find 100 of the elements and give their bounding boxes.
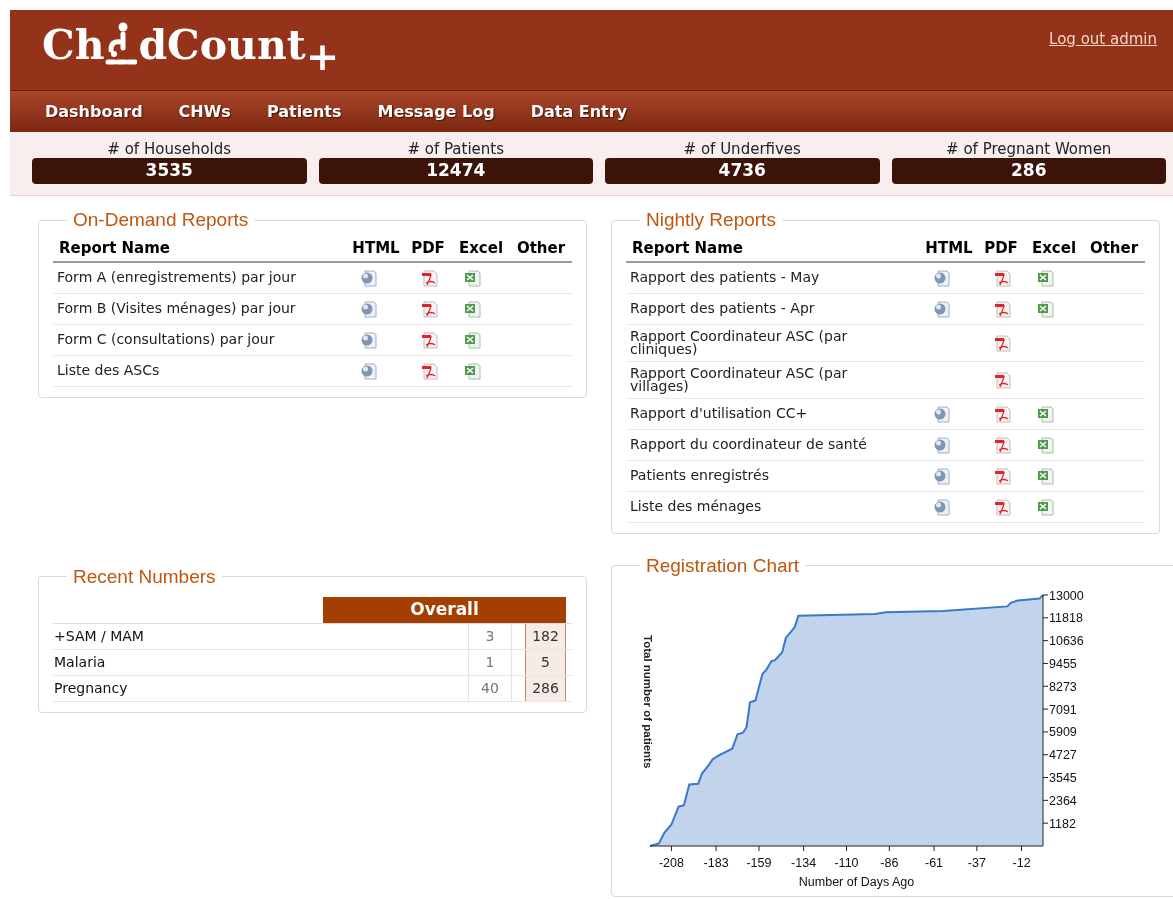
column-header: Report Name <box>53 234 348 262</box>
column-header: Other <box>510 234 572 262</box>
tick-label: 5909 <box>1049 725 1077 740</box>
stat-label: # of Households <box>107 140 232 158</box>
tick-label: 2364 <box>1049 793 1077 808</box>
panel-title: Registration Chart <box>645 553 801 578</box>
stat-value: 12474 <box>318 158 593 184</box>
spreadsheet-icon[interactable] <box>1037 404 1055 423</box>
tick-label: 3545 <box>1049 771 1077 786</box>
panel-title: Recent Numbers <box>72 564 217 589</box>
tick-label: 8273 <box>1049 679 1077 694</box>
stat-label: # of Pregnant Women <box>946 140 1112 158</box>
pdf-icon[interactable] <box>994 268 1012 287</box>
tick-label: -183 <box>703 856 729 870</box>
tick-label: -61 <box>925 856 944 870</box>
pdf-icon[interactable] <box>994 404 1012 423</box>
column-header: Other <box>1083 234 1145 262</box>
row-label: Malaria <box>53 653 107 672</box>
column-header: Excel <box>452 234 510 262</box>
globe-document-icon[interactable] <box>933 404 951 423</box>
column-header: Report Name <box>626 234 921 262</box>
stat-value: 286 <box>891 158 1166 184</box>
pdf-icon[interactable] <box>421 330 439 349</box>
column-header: PDF <box>977 234 1025 262</box>
stat-value: 4736 <box>605 158 880 184</box>
stat-value: 3535 <box>32 158 307 184</box>
panel-title: On-Demand Reports <box>72 208 250 232</box>
logo-text: Ch <box>42 25 105 66</box>
pdf-icon[interactable] <box>994 497 1012 516</box>
report-name: Rapport des patients - May <box>626 262 921 293</box>
table-cell: 286 <box>525 676 566 701</box>
globe-document-icon[interactable] <box>360 361 378 380</box>
spreadsheet-icon[interactable] <box>464 330 482 349</box>
globe-document-icon[interactable] <box>933 497 951 516</box>
globe-document-icon[interactable] <box>360 299 378 318</box>
report-name: Liste des ménages <box>626 491 921 522</box>
spreadsheet-icon[interactable] <box>1037 497 1055 516</box>
spreadsheet-icon[interactable] <box>1037 466 1055 485</box>
report-name: Form C (consultations) par jour <box>53 324 348 355</box>
nav-link[interactable]: Dashboard <box>45 99 143 124</box>
pdf-icon[interactable] <box>994 333 1012 352</box>
column-header: HTML <box>921 234 977 262</box>
table-cell: 182 <box>525 624 566 649</box>
pdf-icon[interactable] <box>994 466 1012 485</box>
globe-document-icon[interactable] <box>933 435 951 454</box>
column-header: Excel <box>1025 234 1083 262</box>
pdf-icon[interactable] <box>421 268 439 287</box>
person-icon <box>105 22 138 66</box>
report-name: Rapport Coordinateur ASC (par cliniques) <box>626 324 921 361</box>
spreadsheet-icon[interactable] <box>464 299 482 318</box>
report-name: Rapport des patients - Apr <box>626 293 921 324</box>
globe-document-icon[interactable] <box>933 268 951 287</box>
tick-label: -110 <box>834 856 859 870</box>
report-name: Rapport Coordinateur ASC (par villages) <box>626 361 921 398</box>
globe-document-icon[interactable] <box>360 268 378 287</box>
spreadsheet-icon[interactable] <box>1037 268 1055 287</box>
tick-label: -208 <box>658 856 684 870</box>
tick-label: -159 <box>746 856 772 870</box>
logo-text: + <box>305 36 340 76</box>
spreadsheet-icon[interactable] <box>1037 435 1055 454</box>
pdf-icon[interactable] <box>994 435 1012 454</box>
spreadsheet-icon[interactable] <box>464 268 482 287</box>
stat-label: # of Underfives <box>683 140 801 158</box>
row-label: Pregnancy <box>53 679 129 698</box>
tick-label: 7091 <box>1049 702 1077 717</box>
report-name: Rapport du coordinateur de santé <box>626 429 921 460</box>
panel-title: Nightly Reports <box>645 208 777 232</box>
axis-title: Total number of patients <box>642 635 654 769</box>
tick-label: 4727 <box>1049 748 1077 763</box>
pdf-icon[interactable] <box>994 370 1012 389</box>
globe-document-icon[interactable] <box>360 330 378 349</box>
report-name: Patients enregistrés <box>626 460 921 491</box>
row-label: +SAM / MAM <box>53 627 145 646</box>
table-cell: 3 <box>468 624 511 649</box>
tick-label: 10636 <box>1049 634 1084 649</box>
report-name: Liste des ASCs <box>53 355 348 386</box>
column-header: Overall <box>323 597 566 623</box>
logo-text: dCount <box>138 25 306 66</box>
spreadsheet-icon[interactable] <box>1037 299 1055 318</box>
pdf-icon[interactable] <box>421 361 439 380</box>
report-name: Form A (enregistrements) par jour <box>53 262 348 293</box>
pdf-icon[interactable] <box>994 299 1012 318</box>
globe-document-icon[interactable] <box>933 299 951 318</box>
nav-link[interactable]: Patients <box>266 99 342 124</box>
nav-link[interactable]: Data Entry <box>530 99 628 124</box>
report-name: Rapport d'utilisation CC+ <box>626 398 921 429</box>
logout-link[interactable]: Log out admin <box>1049 28 1157 51</box>
tick-label: 9455 <box>1049 656 1077 671</box>
tick-label: -37 <box>967 856 986 870</box>
tick-label: 13000 <box>1049 588 1084 603</box>
pdf-icon[interactable] <box>421 299 439 318</box>
table-cell: 1 <box>468 650 511 675</box>
column-header: PDF <box>404 234 452 262</box>
tick-label: -134 <box>791 856 817 870</box>
spreadsheet-icon[interactable] <box>464 361 482 380</box>
tick-label: -86 <box>880 856 899 870</box>
nav-link[interactable]: Message Log <box>377 99 495 124</box>
nav-link[interactable]: CHWs <box>178 99 231 124</box>
axis-title: Number of Days Ago <box>798 875 915 889</box>
globe-document-icon[interactable] <box>933 466 951 485</box>
